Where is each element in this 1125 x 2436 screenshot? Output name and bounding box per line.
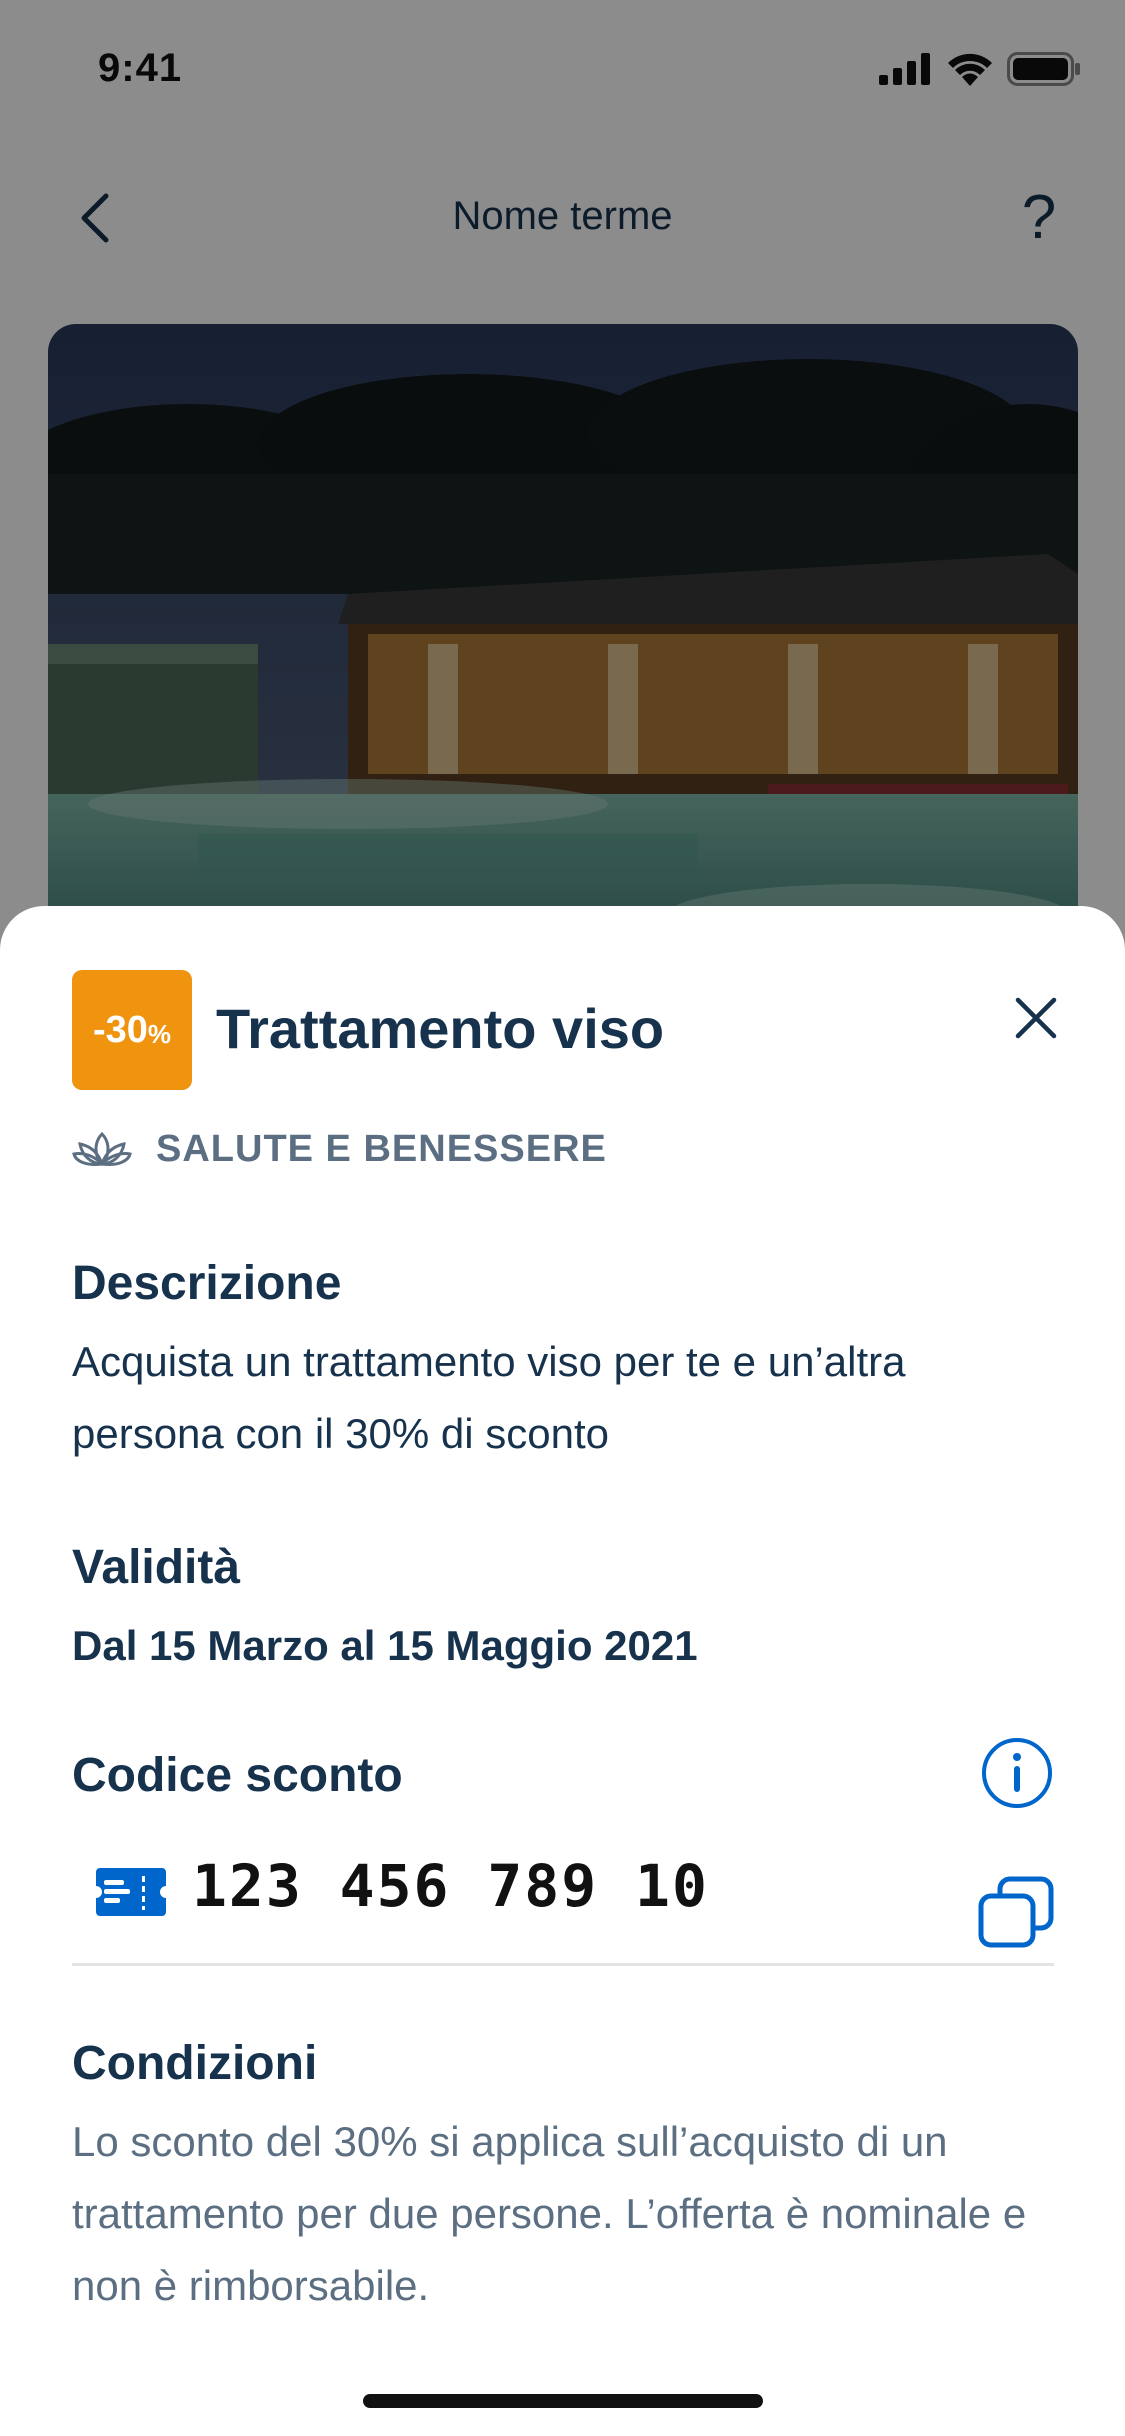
lotus-icon bbox=[72, 1131, 132, 1166]
offer-bottom-sheet: -30% Trattamento viso SALUTE E BENESSERE… bbox=[0, 906, 1125, 2436]
validity-value: Dal 15 Marzo al 15 Maggio 2021 bbox=[72, 1622, 698, 1669]
copy-icon[interactable] bbox=[978, 1876, 1054, 1948]
discount-code-row: 123 456 789 10 bbox=[72, 1846, 1054, 1966]
info-icon[interactable] bbox=[980, 1736, 1054, 1810]
discount-badge: -30% bbox=[72, 970, 192, 1090]
home-indicator[interactable] bbox=[363, 2394, 763, 2408]
description-title: Descrizione bbox=[72, 1257, 342, 1310]
offer-category: SALUTE E BENESSERE bbox=[72, 1128, 607, 1171]
category-label: SALUTE E BENESSERE bbox=[156, 1128, 607, 1170]
conditions-title: Condizioni bbox=[72, 2037, 318, 2090]
offer-title: Trattamento viso bbox=[216, 997, 665, 1060]
close-icon[interactable] bbox=[1006, 988, 1066, 1048]
conditions-text: Lo sconto del 30% si applica sull’acquis… bbox=[72, 2118, 1027, 2309]
validity-title: Validità bbox=[72, 1541, 241, 1594]
discount-badge-value: -30 bbox=[92, 1008, 148, 1051]
description-text: Acquista un trattamento viso per te e un… bbox=[72, 1338, 906, 1457]
discount-badge-unit: % bbox=[147, 1018, 172, 1049]
ticket-icon bbox=[96, 1868, 166, 1916]
discount-code-title: Codice sconto bbox=[72, 1749, 403, 1802]
discount-code-value: 123 456 789 10 bbox=[192, 1852, 709, 1920]
